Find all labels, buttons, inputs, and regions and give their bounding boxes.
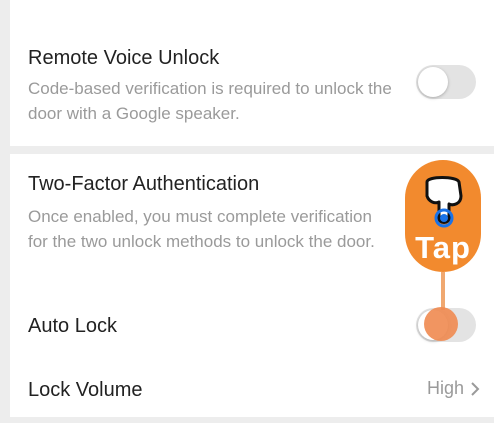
tap-target-dot xyxy=(424,307,458,341)
remote-voice-unlock-description: Code-based verification is required to u… xyxy=(28,79,392,123)
tap-hint-label: Tap xyxy=(415,230,471,265)
lock-volume-value-wrap[interactable]: High xyxy=(427,378,480,399)
lock-volume-title: Lock Volume xyxy=(28,379,143,401)
lock-volume-value: High xyxy=(426,378,464,398)
settings-page: Remote Voice Unlock Code-based verificat… xyxy=(0,0,494,423)
remote-voice-unlock-toggle[interactable] xyxy=(416,65,476,99)
chevron-right-icon xyxy=(471,381,480,396)
toggle-knob xyxy=(418,67,448,97)
tap-hint-badge: Tap xyxy=(405,160,481,272)
lock-volume-row[interactable]: Lock Volume xyxy=(28,378,494,402)
pointing-hand-icon xyxy=(425,176,463,228)
settings-card-top: Remote Voice Unlock Code-based verificat… xyxy=(10,0,494,146)
two-factor-description: Once enabled, you must complete verifica… xyxy=(28,207,375,251)
tap-connector-line xyxy=(441,272,445,310)
